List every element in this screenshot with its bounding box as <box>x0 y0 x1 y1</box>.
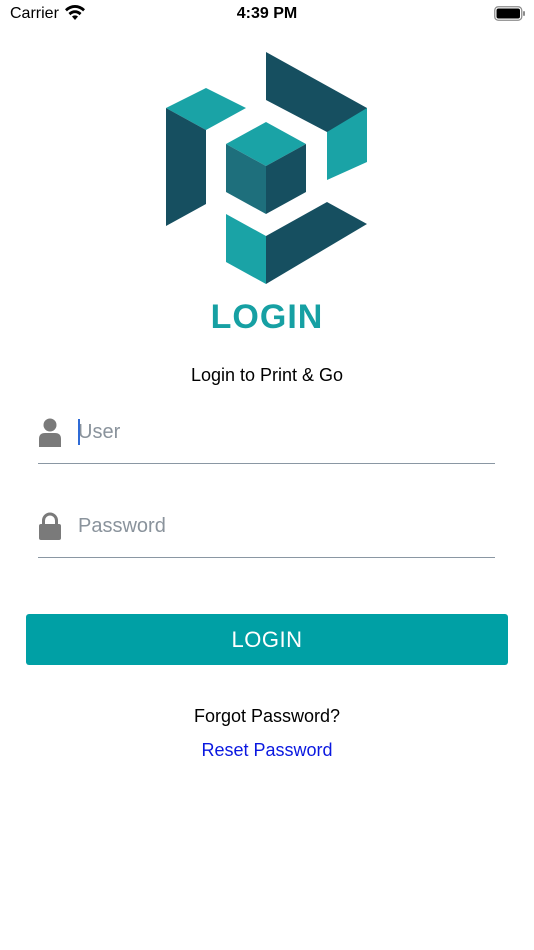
battery-icon <box>494 6 525 21</box>
forgot-password-label: Forgot Password? <box>193 706 341 726</box>
text-cursor <box>78 419 80 445</box>
user-field[interactable] <box>38 407 495 464</box>
user-input[interactable] <box>78 415 488 449</box>
reset-password-link[interactable]: Reset Password <box>0 740 534 761</box>
page-subtitle: Login to Print & Go <box>190 365 344 385</box>
password-field[interactable] <box>38 501 495 558</box>
page-title: LOGIN <box>210 298 324 336</box>
status-time: 4:39 PM <box>236 5 298 22</box>
status-bar: Carrier 4:39 PM <box>0 0 534 28</box>
password-input[interactable] <box>78 509 488 543</box>
cube-logo-icon <box>166 52 367 284</box>
lock-icon <box>39 512 61 540</box>
login-button[interactable]: LOGIN <box>26 614 508 665</box>
user-icon <box>39 418 61 447</box>
